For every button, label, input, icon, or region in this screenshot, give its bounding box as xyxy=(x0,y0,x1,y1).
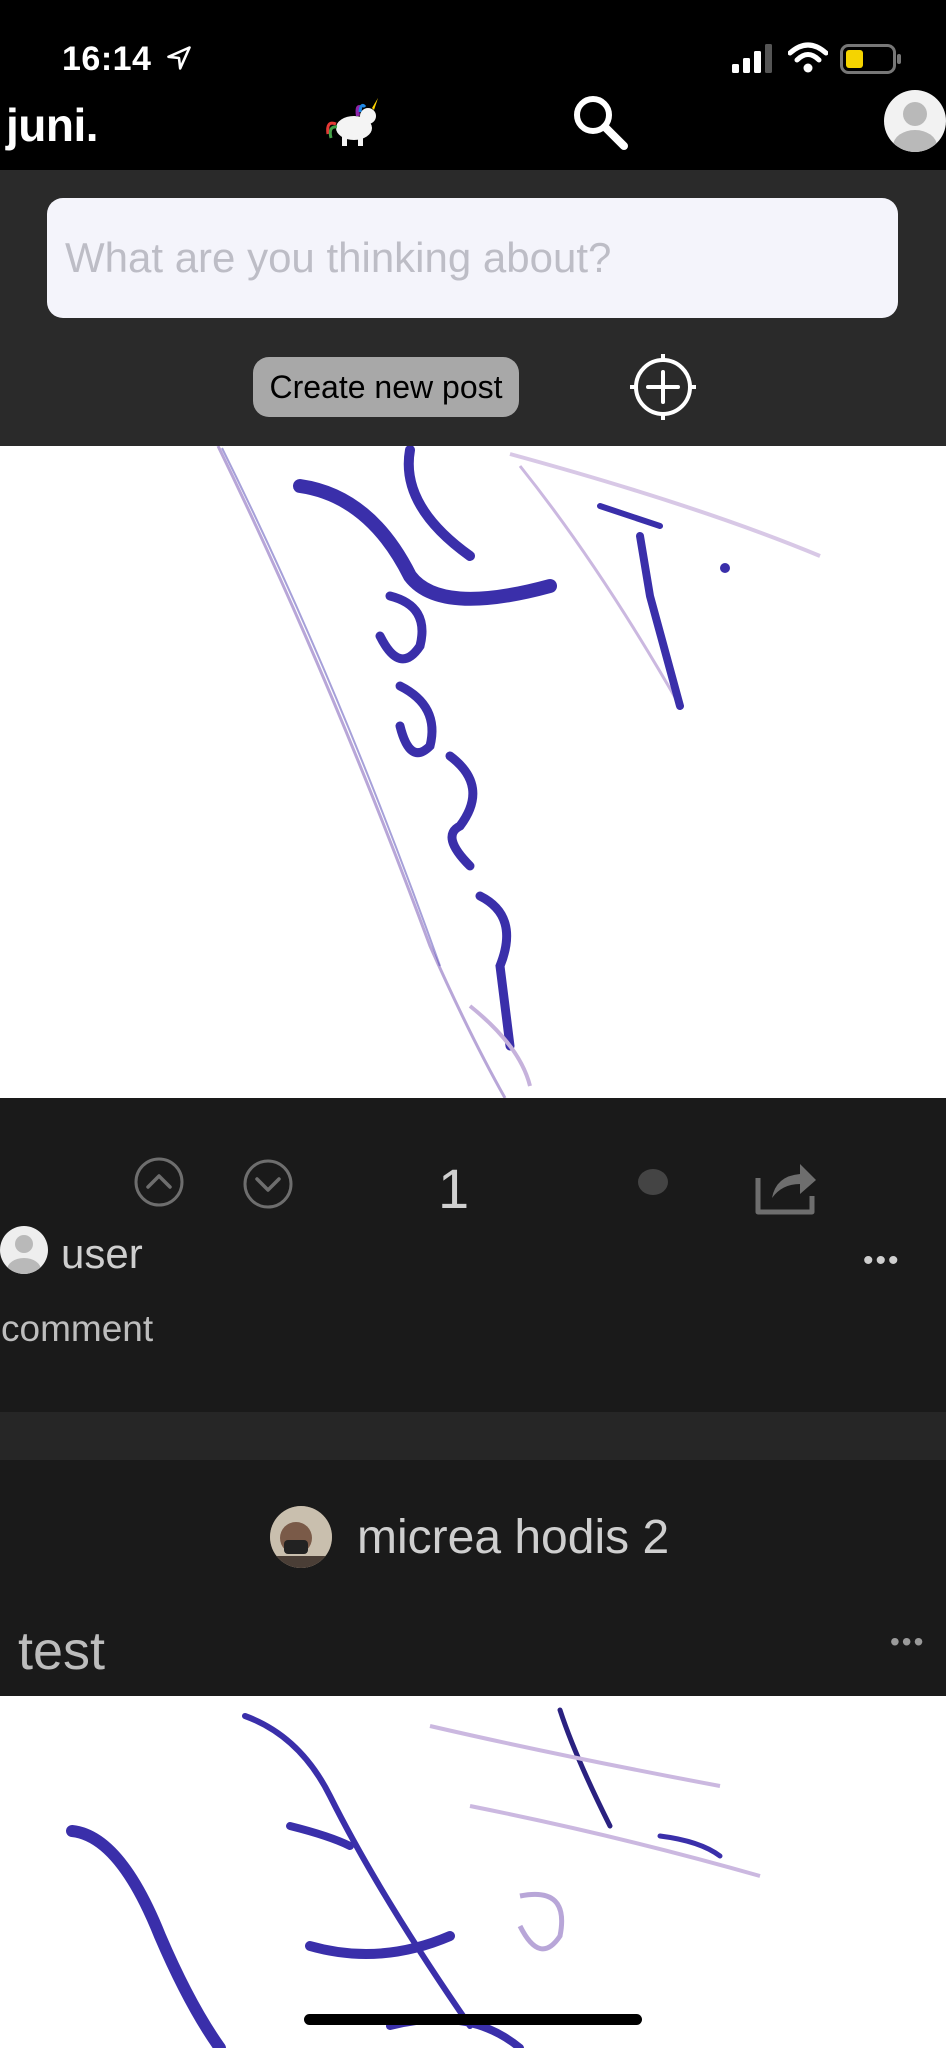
upvote-icon[interactable] xyxy=(133,1156,185,1208)
avatar-icon xyxy=(7,1235,41,1274)
status-time: 16:14 xyxy=(62,40,152,78)
author-name[interactable]: micrea hodis 2 xyxy=(357,1510,669,1565)
post-footer: 1 user ••• comment xyxy=(0,1098,946,1412)
create-post-button[interactable]: Create new post xyxy=(253,357,519,417)
search-icon[interactable] xyxy=(568,90,632,154)
home-indicator[interactable] xyxy=(304,2014,642,2025)
comment-avatar[interactable] xyxy=(0,1226,48,1274)
post-more-button[interactable]: ••• xyxy=(890,1626,925,1658)
comment-text: comment xyxy=(1,1308,154,1349)
post-title: test xyxy=(18,1621,106,1681)
signature-image xyxy=(66,1707,761,2048)
avatar-icon xyxy=(893,102,937,152)
profile-avatar[interactable] xyxy=(884,90,946,152)
comment-username[interactable]: user xyxy=(61,1230,143,1278)
avatar-photo-icon xyxy=(270,1506,332,1568)
post-header: micrea hodis 2 test ••• xyxy=(0,1460,946,1696)
share-icon[interactable] xyxy=(754,1156,818,1216)
downvote-icon[interactable] xyxy=(242,1158,294,1210)
post-input[interactable] xyxy=(47,198,898,318)
post-divider xyxy=(0,1412,946,1460)
signature-image xyxy=(216,446,821,1098)
add-media-icon[interactable] xyxy=(630,354,696,420)
comment-icon[interactable] xyxy=(636,1168,670,1198)
post-image[interactable] xyxy=(0,446,946,1098)
post-composer: Create new post xyxy=(0,170,946,446)
unicorn-logo-icon xyxy=(326,98,378,146)
status-bar: 16:14 xyxy=(0,0,946,90)
comment-more-button[interactable]: ••• xyxy=(863,1244,901,1278)
author-avatar[interactable] xyxy=(270,1506,332,1568)
location-arrow-icon xyxy=(167,46,191,70)
vote-score: 1 xyxy=(438,1157,470,1220)
battery-icon xyxy=(840,44,901,74)
app-header: juni. xyxy=(0,90,946,170)
app-logo[interactable]: juni. xyxy=(6,98,99,152)
wifi-icon xyxy=(788,42,828,73)
post-image[interactable] xyxy=(0,1696,946,2048)
signal-icon xyxy=(732,44,772,73)
